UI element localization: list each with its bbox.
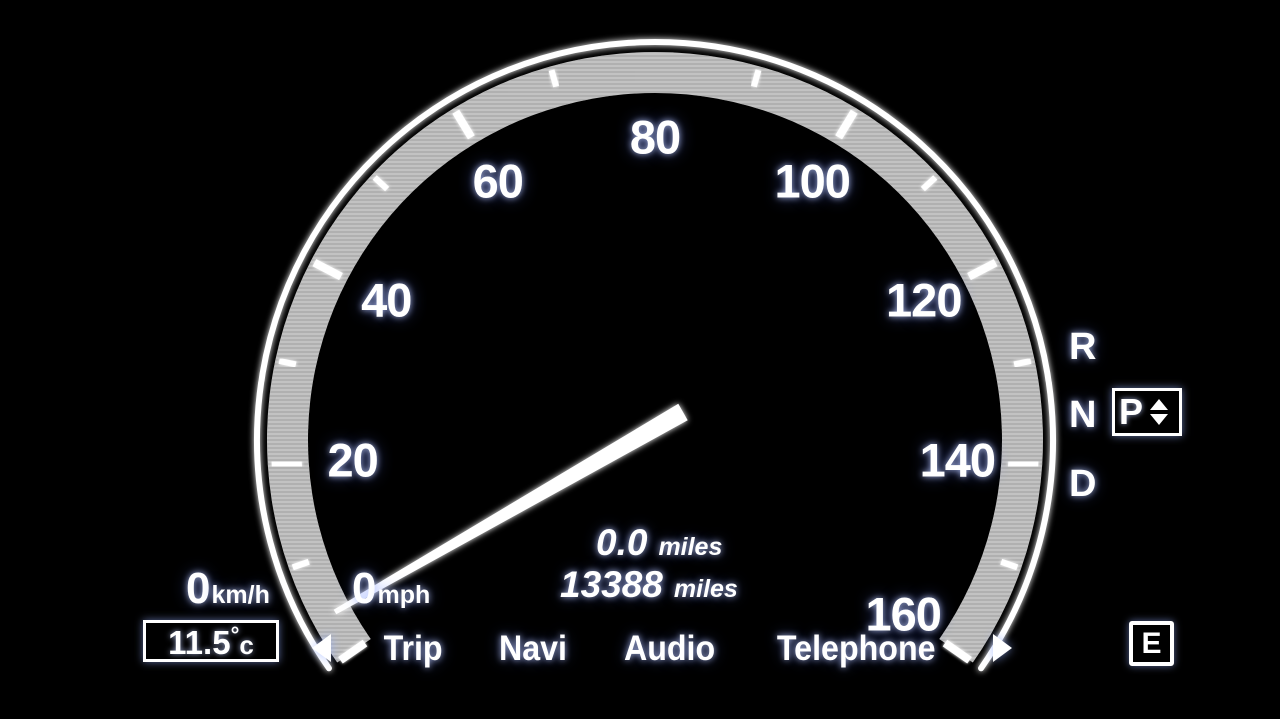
gauge-tick-label-40: 40	[361, 273, 412, 327]
arrow-right-icon[interactable]	[992, 634, 1012, 662]
eco-indicator-letter: E	[1141, 626, 1162, 660]
arrow-left-icon[interactable]	[312, 634, 331, 662]
gear-shift-arrows	[1150, 399, 1169, 425]
menu-item-audio[interactable]: Audio	[624, 631, 715, 666]
eco-indicator: E	[1129, 621, 1174, 666]
gear-letter-r: R	[1069, 326, 1097, 368]
gauge-tick-label-80: 80	[629, 110, 681, 164]
arrow-down-icon	[1150, 414, 1169, 425]
gauge-tick-label-140: 140	[919, 433, 996, 487]
instrument-cluster: 20 40 60 80 100 120 140 160 0 km/h 0 mph 0.0 mi…	[0, 0, 1280, 719]
temp-unit: c	[239, 629, 254, 660]
menu-item-trip[interactable]: Trip	[384, 631, 443, 666]
gear-letter-d: D	[1069, 463, 1097, 505]
menu-bar: Trip Navi Audio Telephone	[312, 620, 1012, 676]
mph-value: 0	[352, 564, 377, 613]
trip-odometer-block: 0.0 miles 13388 miles	[560, 522, 820, 608]
outside-temperature-value: 11.5°c	[168, 623, 254, 661]
trip-distance-row: 0.0 miles	[560, 522, 820, 563]
outside-temperature-box: 11.5°c	[143, 620, 279, 662]
temp-number: 11.5	[168, 623, 231, 661]
odometer-unit: miles	[673, 574, 738, 603]
arrow-up-icon	[1150, 399, 1169, 410]
gauge-tick-label-60: 60	[472, 154, 524, 208]
odometer-row: 13388 miles	[560, 563, 820, 605]
speed-readout-mph: 0 mph	[352, 567, 430, 611]
trip-distance-value: 0.0	[596, 522, 648, 563]
menu-item-navi[interactable]: Navi	[499, 631, 567, 666]
gauge-tick-label-100: 100	[774, 154, 850, 208]
kmh-value: 0	[186, 564, 211, 613]
trip-distance-unit: miles	[658, 533, 723, 561]
gear-selected-letter: P	[1119, 391, 1144, 432]
kmh-unit: km/h	[211, 581, 270, 609]
mph-unit: mph	[377, 581, 431, 609]
gear-letter-n: N	[1069, 394, 1097, 436]
gauge-tick-label-120: 120	[886, 273, 962, 327]
gear-selected-indicator: P	[1112, 388, 1182, 436]
gear-selector: R N D P	[1063, 328, 1213, 518]
gauge-tick-label-20: 20	[327, 433, 379, 487]
odometer-value: 13388	[560, 563, 663, 605]
menu-item-telephone[interactable]: Telephone	[777, 631, 936, 666]
speed-readout-kmh: 0 km/h	[186, 567, 270, 611]
